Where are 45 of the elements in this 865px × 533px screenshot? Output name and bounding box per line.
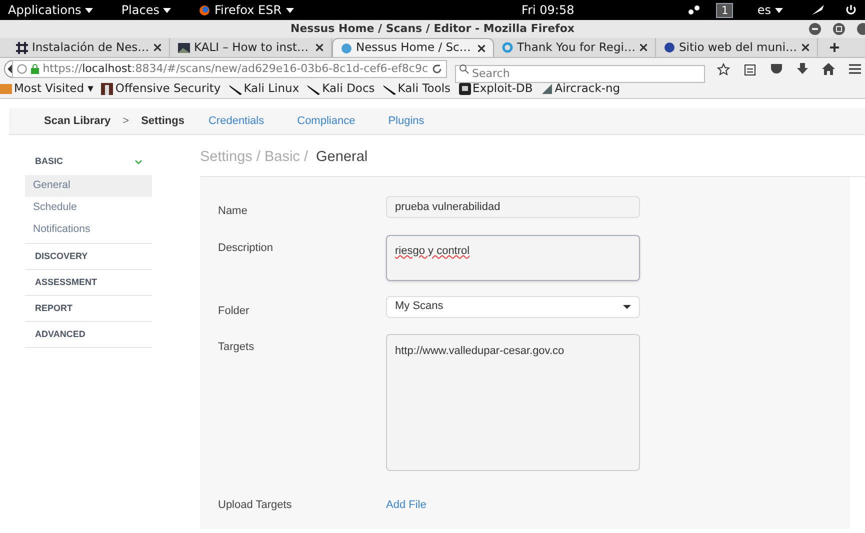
add-file-link[interactable]: Add File [386,497,426,514]
language-menu[interactable]: es [757,1,783,19]
bookmark-link[interactable]: Kali Tools [382,80,451,98]
sidebar-section[interactable]: ADVANCED [25,322,152,348]
bookmark-link[interactable]: Aircrack-ng [540,80,620,98]
breadcrumb-link[interactable]: Settings [141,112,184,130]
settings-tab[interactable]: Compliance [297,112,356,130]
browser-tab[interactable]: Nessus Home / Sc… [332,38,494,57]
sidebar-section[interactable]: DISCOVERY [25,244,152,270]
text-area[interactable]: riesgo y control [386,234,640,280]
breadcrumb-link[interactable]: Scan Library [44,112,111,130]
browser-tab[interactable]: Instalación de Nes… [8,38,170,57]
sidebar-section[interactable]: ASSESSMENT [25,270,152,296]
workspace-indicator[interactable]: 1 [716,2,734,18]
field-label: Name [218,204,248,219]
text-area[interactable]: http://www.valledupar-cesar.gov.co [386,334,640,471]
sidebar-section[interactable]: BASIC [25,149,152,175]
menu-button[interactable]: Applications [8,1,94,19]
browser-tab[interactable]: Sitio web del muni… [656,38,818,57]
menu-button[interactable]: Firefox ESR [199,1,294,19]
menu-button[interactable]: Places [121,1,172,19]
dropdown[interactable]: My Scans [386,296,640,318]
clock: Fri 09:58 [522,2,574,19]
field-label: Description [218,240,274,256]
field-label: Upload Targets [218,498,293,513]
bookmark-link[interactable]: Kali Linux [228,80,300,98]
url-text: https://localhost:8834/#/scans/new/ad629e16-03b6-8c1d-cef6-ef8c9c [42,60,428,77]
sidebar-item[interactable]: General [25,175,152,197]
bookmark-link[interactable]: Kali Docs [307,80,375,98]
text-field[interactable]: prueba vulnerabilidad [386,196,640,218]
field-label: Folder [218,304,250,318]
bookmark-link[interactable]: Most Visited ▾ [0,80,94,98]
field-label: Targets [218,340,256,355]
sidebar-item[interactable]: Schedule [25,197,152,219]
settings-tab[interactable]: Credentials [208,112,264,130]
sidebar-item[interactable]: Notifications [25,219,152,241]
browser-tab[interactable]: KALI – How to inst… [170,38,332,57]
window-title: Nessus Home / Scans / Editor - Mozilla Firefox [290,20,574,37]
settings-tab[interactable]: Plugins [388,112,424,130]
search-field[interactable]: Search [455,64,705,82]
sidebar-section[interactable]: REPORT [25,296,152,322]
bookmark-link[interactable]: Exploit-DB [458,80,533,98]
breadcrumb-separator: > [122,114,130,129]
bookmark-link[interactable]: Offensive Security [101,80,221,98]
browser-tab[interactable]: Thank You for Regi… [494,38,656,57]
